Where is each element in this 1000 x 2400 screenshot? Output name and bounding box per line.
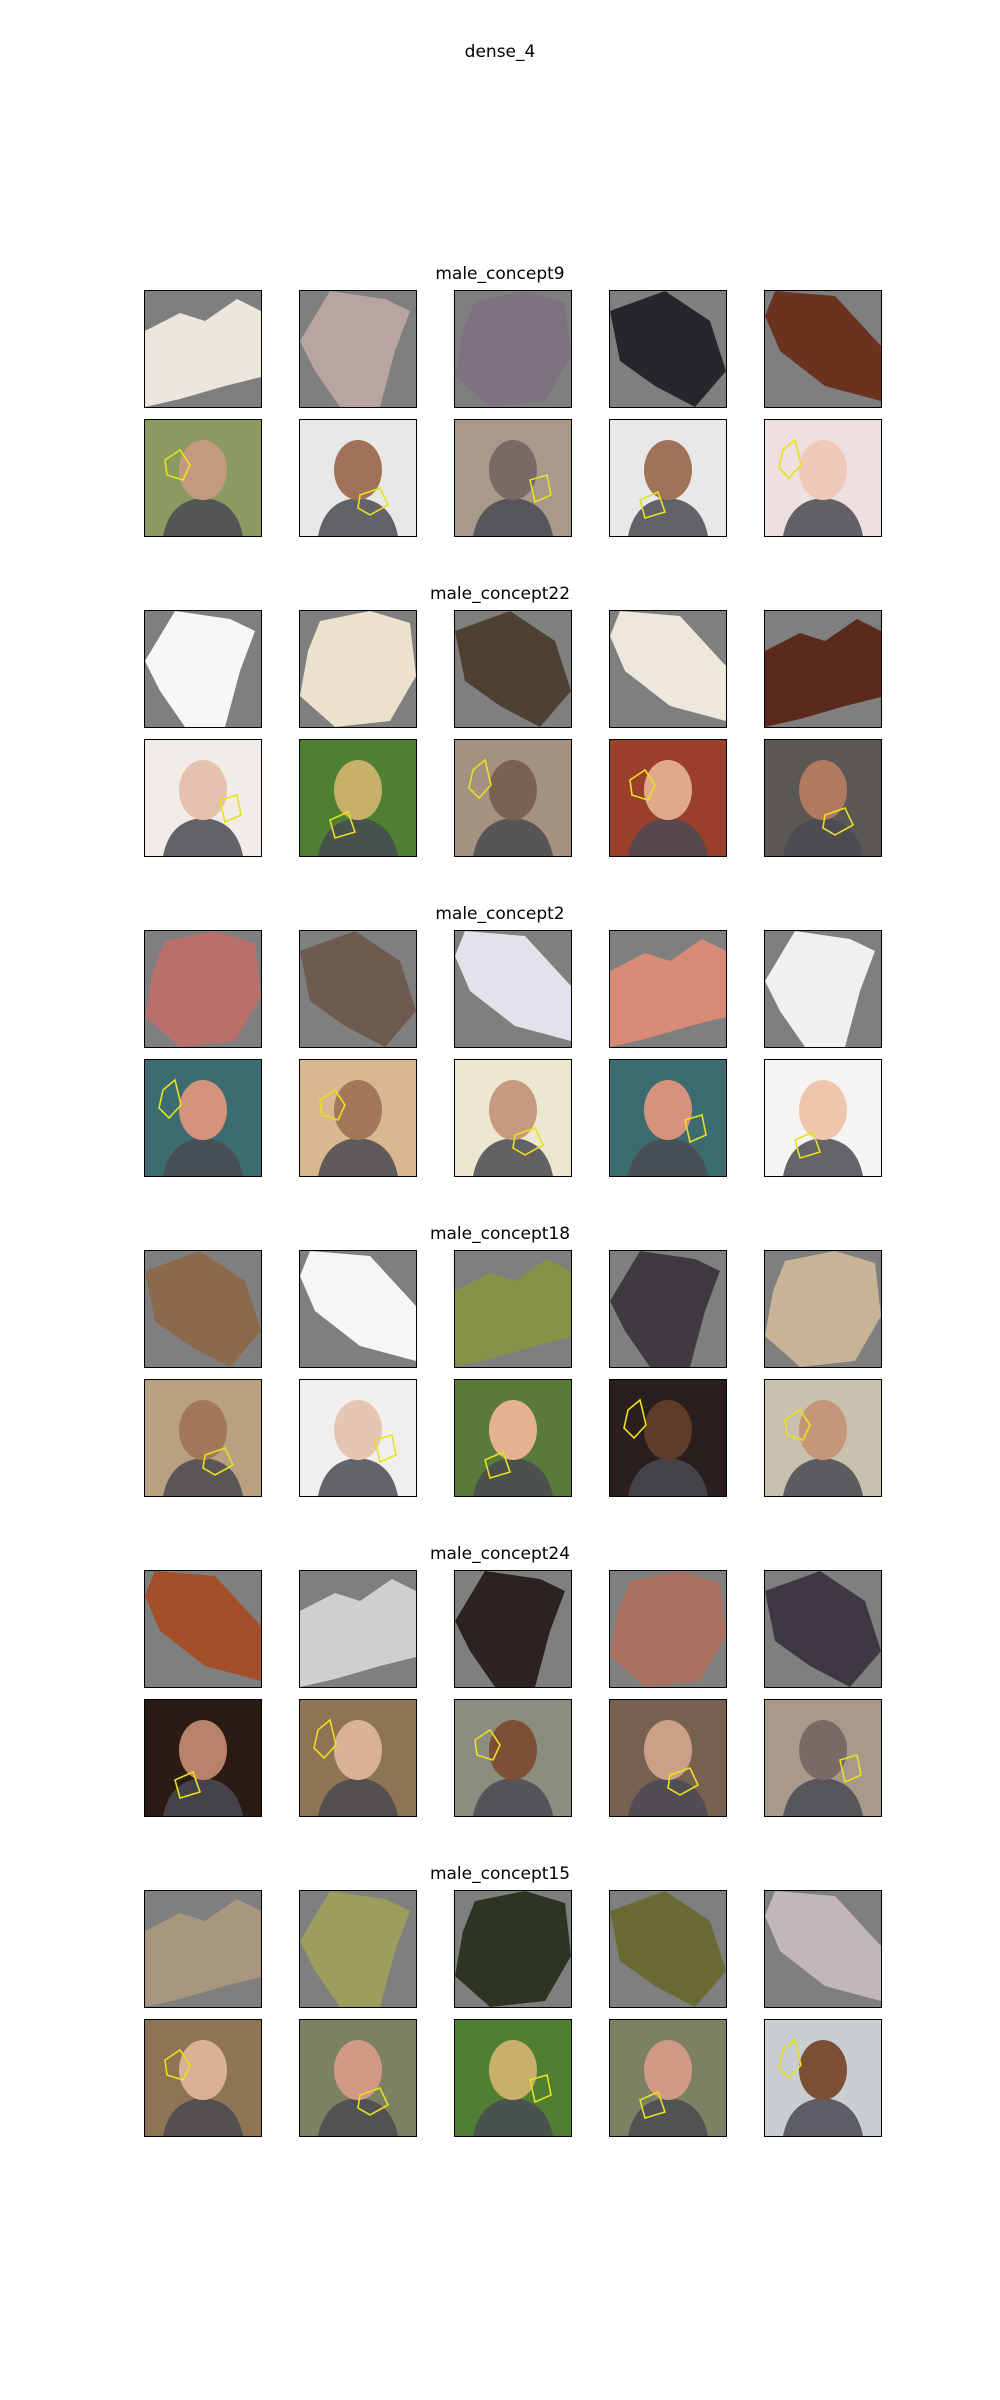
patch-tile [764, 290, 882, 408]
patch-tile [454, 1250, 572, 1368]
patch-tile [299, 610, 417, 728]
patch-tile [609, 610, 727, 728]
patch-tile [299, 290, 417, 408]
concept-title: male_concept15 [429, 1864, 571, 1884]
source-photo [764, 419, 882, 537]
source-photo [609, 739, 727, 857]
source-photo [764, 2019, 882, 2137]
patch-tile [609, 1570, 727, 1688]
source-photo [454, 419, 572, 537]
photo-row [144, 419, 884, 537]
patch-tile [454, 290, 572, 408]
patch-tile [299, 1890, 417, 2008]
concept-title: male_concept9 [435, 264, 565, 284]
concept-title: male_concept2 [435, 904, 565, 924]
source-photo [609, 1379, 727, 1497]
patch-tile [144, 1250, 262, 1368]
patch-tile [609, 290, 727, 408]
source-photo [609, 1699, 727, 1817]
source-photo [144, 739, 262, 857]
photo-row [144, 2019, 884, 2137]
patch-tile [299, 1570, 417, 1688]
patch-row: 38512019 [144, 1250, 884, 1409]
source-photo [609, 1059, 727, 1177]
source-photo [299, 1379, 417, 1497]
source-photo [454, 2019, 572, 2137]
source-photo [144, 419, 262, 537]
source-photo [764, 1699, 882, 1817]
concept-section: male_concept18 38512019 [0, 1224, 1000, 1540]
photo-row [144, 1699, 884, 1817]
source-photo [454, 739, 572, 857]
patch-tile [144, 610, 262, 728]
patch-tile [299, 930, 417, 1048]
concept-section: male_concept24 028341637 [0, 1544, 1000, 1860]
source-photo [299, 1699, 417, 1817]
concept-title: male_concept18 [429, 1224, 571, 1244]
concept-title: male_concept22 [429, 584, 571, 604]
photo-row [144, 1379, 884, 1497]
patch-row: 3338113335 [144, 930, 884, 1089]
source-photo [454, 1699, 572, 1817]
source-photo [609, 419, 727, 537]
source-photo [299, 739, 417, 857]
photo-row [144, 739, 884, 857]
concept-section: male_concept2 3338113335 [0, 904, 1000, 1220]
patch-tile [764, 1890, 882, 2008]
source-photo [299, 2019, 417, 2137]
source-photo [144, 1059, 262, 1177]
patch-tile [144, 930, 262, 1048]
source-photo [454, 1379, 572, 1497]
photo-row [144, 1059, 884, 1177]
source-photo [454, 1059, 572, 1177]
patch-row: 2248374810 [144, 290, 884, 449]
source-photo [299, 1059, 417, 1177]
source-photo [764, 1059, 882, 1177]
patch-tile [609, 1250, 727, 1368]
source-photo [299, 419, 417, 537]
concept-section: male_concept9 2248374810 [0, 264, 1000, 580]
patch-tile [454, 930, 572, 1048]
patch-tile [144, 1890, 262, 2008]
patch-row: 028341637 [144, 1570, 884, 1729]
concept-section: male_concept15 2843444334 [0, 1864, 1000, 2180]
patch-tile [144, 290, 262, 408]
page-title: dense_4 [464, 42, 536, 62]
patch-tile [454, 610, 572, 728]
source-photo [764, 1379, 882, 1497]
source-photo [764, 739, 882, 857]
source-photo [144, 1379, 262, 1497]
patch-tile [609, 1890, 727, 2008]
patch-tile [299, 1250, 417, 1368]
patch-tile [764, 930, 882, 1048]
source-photo [144, 2019, 262, 2137]
patch-tile [764, 1570, 882, 1688]
patch-tile [764, 610, 882, 728]
concept-title: male_concept24 [429, 1544, 571, 1564]
patch-tile [144, 1570, 262, 1688]
patch-row: 2843444334 [144, 1890, 884, 2049]
patch-tile [764, 1250, 882, 1368]
patch-tile [609, 930, 727, 1048]
patch-tile [454, 1570, 572, 1688]
source-photo [609, 2019, 727, 2137]
concept-section: male_concept22 1244241815 [0, 584, 1000, 900]
patch-tile [454, 1890, 572, 2008]
source-photo [144, 1699, 262, 1817]
patch-row: 1244241815 [144, 610, 884, 769]
